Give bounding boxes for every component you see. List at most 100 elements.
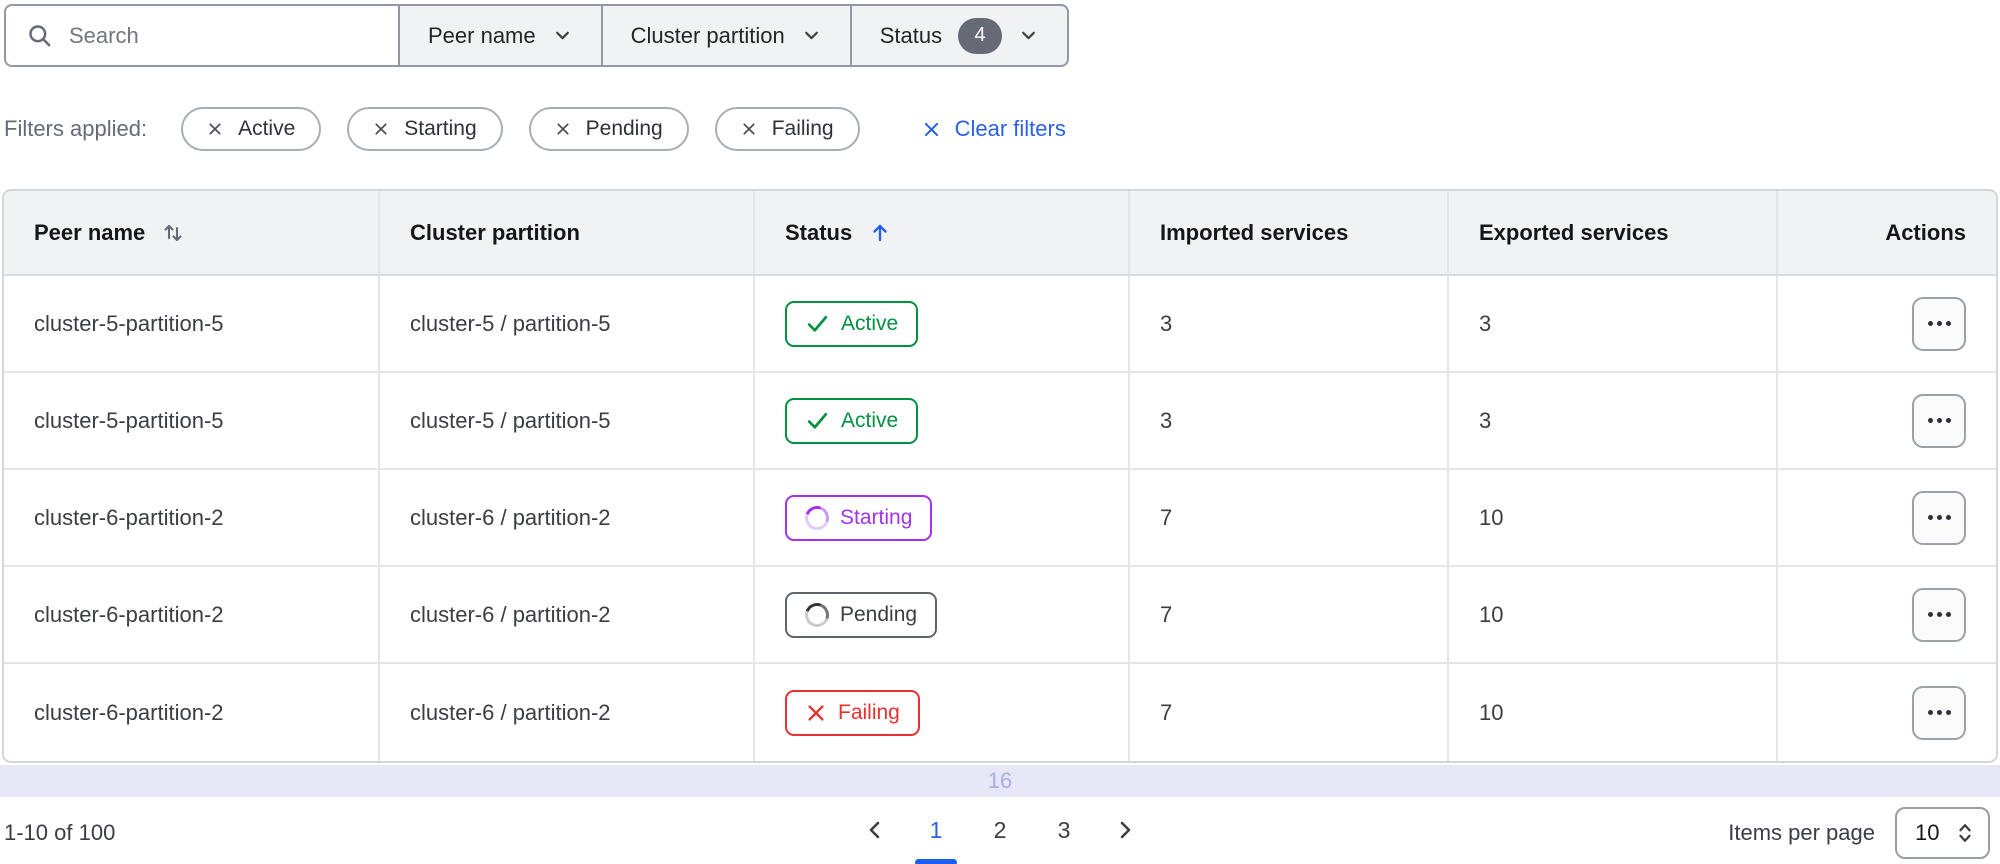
filter-tag-starting[interactable]: Starting — [347, 107, 503, 151]
remove-filter-x-icon[interactable] — [555, 121, 571, 137]
x-icon — [805, 702, 827, 724]
peer-name-cell: cluster-5-partition-5 — [4, 373, 380, 468]
imported-services-cell: 7 — [1130, 567, 1449, 662]
table-row: cluster-6-partition-2 cluster-6 / partit… — [4, 470, 1996, 567]
sort-ascending-arrow-icon — [868, 221, 892, 245]
row-actions-button[interactable] — [1912, 393, 1966, 448]
column-header-actions: Actions — [1778, 191, 1996, 274]
exported-services-cell: 10 — [1449, 664, 1778, 761]
exported-services-cell: 3 — [1449, 276, 1778, 371]
status-label: Active — [841, 408, 899, 432]
page-button-1[interactable]: 1 — [908, 802, 964, 864]
check-icon — [805, 311, 830, 336]
imported-services-cell: 3 — [1130, 373, 1449, 468]
cluster-partition-cell: cluster-6 / partition-2 — [380, 664, 755, 761]
overflow-row-label: 16 — [987, 768, 1013, 793]
search-input[interactable] — [69, 22, 378, 49]
filter-tag-label: Pending — [585, 117, 663, 140]
chevron-right-icon — [1113, 818, 1137, 842]
actions-cell — [1778, 373, 1996, 468]
check-icon — [805, 408, 830, 433]
column-header-status[interactable]: Status — [755, 191, 1130, 274]
items-per-page-select[interactable]: 10 — [1895, 807, 1990, 859]
filter-tag-list: Active Starting Pending Failing — [181, 107, 860, 151]
overflow-row-indicator: 16 — [0, 765, 2000, 797]
status-badge: Starting — [785, 494, 933, 541]
status-label: Pending — [840, 602, 918, 626]
pagination-bar: 1-10 of 100 1 2 3 Items per page 10 — [0, 797, 2000, 864]
column-header-label: Imported services — [1160, 219, 1349, 245]
row-actions-button[interactable] — [1912, 587, 1966, 642]
row-actions-button[interactable] — [1912, 490, 1966, 545]
remove-filter-x-icon[interactable] — [207, 121, 223, 137]
sort-arrows-icon — [161, 221, 185, 245]
previous-page-button[interactable] — [850, 805, 900, 855]
column-header-exported-services: Exported services — [1449, 191, 1778, 274]
cluster-partition-cell: cluster-6 / partition-2 — [380, 567, 755, 662]
cluster-partition-dropdown[interactable]: Cluster partition — [600, 4, 852, 67]
row-actions-button[interactable] — [1912, 685, 1966, 740]
actions-cell — [1778, 470, 1996, 565]
status-dropdown-label: Status — [879, 22, 943, 48]
cluster-partition-dropdown-label: Cluster partition — [630, 22, 785, 48]
table-row: cluster-5-partition-5 cluster-5 / partit… — [4, 276, 1996, 373]
remove-filter-x-icon[interactable] — [741, 121, 757, 137]
status-label: Starting — [840, 505, 913, 529]
cluster-partition-cell: cluster-6 / partition-2 — [380, 470, 755, 565]
actions-cell — [1778, 276, 1996, 371]
search-icon — [26, 22, 53, 49]
row-actions-button[interactable] — [1912, 296, 1966, 351]
chevron-down-icon — [801, 25, 822, 46]
filter-tag-label: Starting — [404, 117, 477, 140]
filter-tag-pending[interactable]: Pending — [528, 107, 689, 151]
status-badge: Pending — [785, 591, 938, 638]
filter-toolbar: Peer name Cluster partition Status 4 — [4, 4, 1070, 67]
column-header-peer-name[interactable]: Peer name — [4, 191, 380, 274]
actions-cell — [1778, 664, 1996, 761]
clear-filters-label: Clear filters — [954, 116, 1066, 141]
status-filter-count-badge: 4 — [958, 17, 1003, 54]
filters-applied-label: Filters applied: — [4, 116, 148, 141]
exported-services-cell: 10 — [1449, 567, 1778, 662]
chevron-down-icon — [552, 25, 573, 46]
search-box[interactable] — [4, 4, 400, 67]
peer-name-dropdown[interactable]: Peer name — [398, 4, 603, 67]
ellipsis-icon — [1927, 515, 1951, 520]
status-badge: Active — [785, 397, 919, 444]
page-button-2[interactable]: 2 — [972, 802, 1028, 858]
table-row: cluster-6-partition-2 cluster-6 / partit… — [4, 567, 1996, 664]
table-row: cluster-5-partition-5 cluster-5 / partit… — [4, 373, 1996, 470]
ellipsis-icon — [1927, 321, 1951, 326]
page-button-3[interactable]: 3 — [1036, 802, 1092, 858]
filters-applied-row: Filters applied: Active Starting Pending… — [4, 107, 2000, 151]
status-cell: Starting — [755, 470, 1130, 565]
column-header-label: Status — [785, 219, 853, 245]
filter-tag-label: Failing — [771, 117, 834, 140]
ellipsis-icon — [1927, 710, 1951, 715]
clear-filters-button[interactable]: Clear filters — [922, 116, 1066, 142]
imported-services-cell: 7 — [1130, 470, 1449, 565]
clear-filters-x-icon — [922, 120, 941, 139]
ellipsis-icon — [1927, 612, 1951, 617]
exported-services-cell: 3 — [1449, 373, 1778, 468]
peers-table: Peer name Cluster partition Status Impor… — [2, 189, 1998, 763]
exported-services-cell: 10 — [1449, 470, 1778, 565]
status-label: Active — [841, 311, 899, 335]
remove-filter-x-icon[interactable] — [373, 121, 389, 137]
table-header-row: Peer name Cluster partition Status Impor… — [4, 191, 1996, 276]
peer-name-cell: cluster-5-partition-5 — [4, 276, 380, 371]
status-cell: Failing — [755, 664, 1130, 761]
column-header-cluster-partition[interactable]: Cluster partition — [380, 191, 755, 274]
filter-tag-active[interactable]: Active — [181, 107, 322, 151]
column-header-imported-services: Imported services — [1130, 191, 1449, 274]
column-header-label: Actions — [1885, 219, 1966, 245]
results-range-label: 1-10 of 100 — [4, 820, 116, 845]
status-dropdown[interactable]: Status 4 — [849, 4, 1070, 67]
actions-cell — [1778, 567, 1996, 662]
status-cell: Active — [755, 373, 1130, 468]
filter-tag-failing[interactable]: Failing — [714, 107, 860, 151]
next-page-button[interactable] — [1100, 805, 1150, 855]
items-per-page-label: Items per page — [1728, 820, 1875, 845]
loading-spinner-icon — [801, 501, 833, 534]
items-per-page-control: Items per page 10 — [1728, 807, 1990, 859]
